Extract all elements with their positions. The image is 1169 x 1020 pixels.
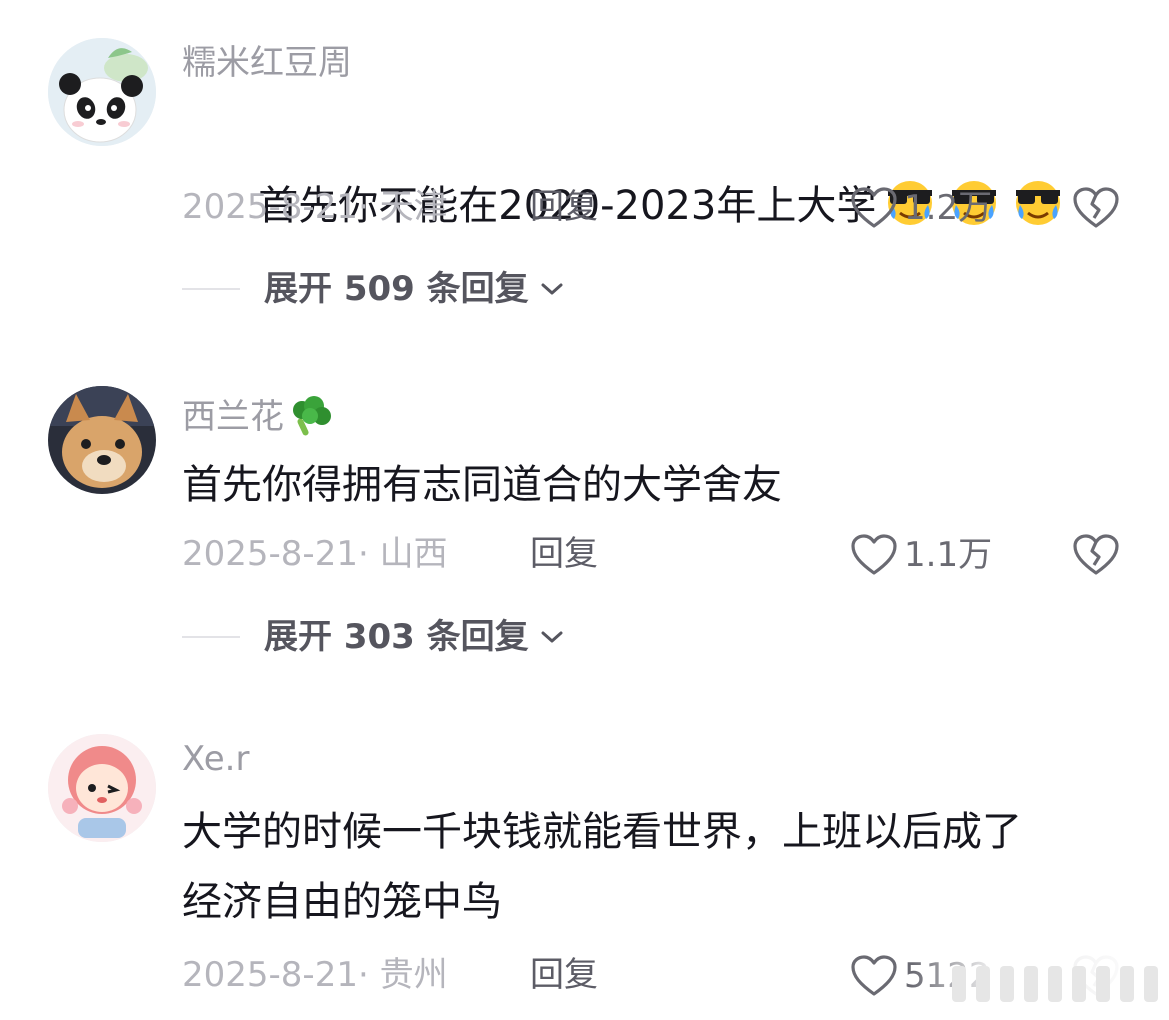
like-button[interactable]: 1.1万	[850, 533, 992, 577]
like-count: 1.1万	[904, 535, 993, 575]
broken-heart-icon[interactable]	[1072, 186, 1120, 230]
panda-avatar-image	[48, 38, 156, 146]
comment-date-location: 2025-8-21· 山西	[182, 534, 448, 574]
avatar[interactable]	[48, 734, 156, 842]
comment-date-location: 2025-8-21· 天津	[182, 187, 448, 227]
expand-replies-button[interactable]: 展开 303 条回复	[182, 620, 565, 654]
comment-text: 首先你得拥有志同道合的大学舍友	[182, 462, 782, 508]
comment-date-location: 2025-8-21· 贵州	[182, 955, 448, 995]
broccoli-emoji-icon	[288, 394, 334, 444]
heart-outline-icon	[851, 955, 897, 996]
comment-list: 糯米红豆周 首先你不能在2020-2023年上大学 2025-8-21· 天津 …	[0, 0, 1169, 1020]
cartoon-girl-avatar-image	[48, 734, 156, 842]
divider-line	[182, 288, 240, 290]
comment-username[interactable]: Xe.r	[182, 742, 249, 776]
expand-replies-label: 展开 509 条回复	[264, 269, 529, 309]
divider-line	[182, 636, 240, 638]
heart-outline-icon	[851, 187, 897, 228]
avatar[interactable]	[48, 386, 156, 494]
avatar[interactable]	[48, 38, 156, 146]
dog-avatar-image	[48, 386, 156, 494]
heart-outline-icon	[851, 534, 897, 575]
like-count: 1.2万	[904, 188, 993, 228]
comment-username-text: 西兰花	[182, 397, 284, 437]
broken-heart-icon[interactable]	[1072, 533, 1120, 577]
comment-text: 大学的时候一千块钱就能看世界，上班以后成了 经济自由的笼中鸟	[182, 809, 1022, 925]
comment-username[interactable]: 西兰花	[182, 394, 334, 444]
sunglasses-crying-emoji-icon	[1008, 175, 1068, 249]
watermark-bars	[952, 966, 1158, 1002]
chevron-down-icon	[541, 283, 563, 295]
reply-button[interactable]: 回复	[530, 190, 598, 224]
like-button[interactable]: 1.2万	[850, 186, 992, 230]
expand-replies-label: 展开 303 条回复	[264, 617, 529, 657]
expand-replies-button[interactable]: 展开 509 条回复	[182, 272, 565, 306]
chevron-down-icon	[541, 631, 563, 643]
reply-button[interactable]: 回复	[530, 537, 598, 571]
reply-button[interactable]: 回复	[530, 958, 598, 992]
comment-username[interactable]: 糯米红豆周	[182, 46, 352, 80]
